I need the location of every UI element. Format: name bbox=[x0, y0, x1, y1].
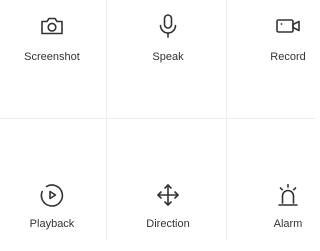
move-arrows-icon bbox=[154, 181, 182, 209]
record-label: Record bbox=[270, 51, 306, 63]
screenshot-button[interactable]: Screenshot bbox=[0, 12, 104, 82]
camera-icon bbox=[38, 12, 66, 40]
grid-divider bbox=[226, 0, 227, 240]
alarm-button[interactable]: Alarm bbox=[236, 181, 320, 251]
playback-button[interactable]: Playback bbox=[0, 181, 104, 251]
grid-divider bbox=[106, 0, 107, 240]
video-camera-icon bbox=[274, 12, 302, 40]
playback-icon bbox=[38, 181, 66, 209]
microphone-icon bbox=[154, 12, 182, 40]
record-button[interactable]: Record bbox=[236, 12, 320, 82]
speak-label: Speak bbox=[152, 51, 184, 63]
playback-label: Playback bbox=[29, 218, 75, 230]
direction-label: Direction bbox=[146, 218, 190, 230]
speak-button[interactable]: Speak bbox=[116, 12, 220, 82]
grid-divider bbox=[0, 118, 316, 119]
control-grid: Screenshot Speak Record Playback Directi… bbox=[0, 0, 316, 240]
screenshot-label: Screenshot bbox=[24, 51, 80, 63]
siren-icon bbox=[274, 181, 302, 209]
alarm-label: Alarm bbox=[273, 218, 303, 230]
direction-button[interactable]: Direction bbox=[116, 181, 220, 251]
